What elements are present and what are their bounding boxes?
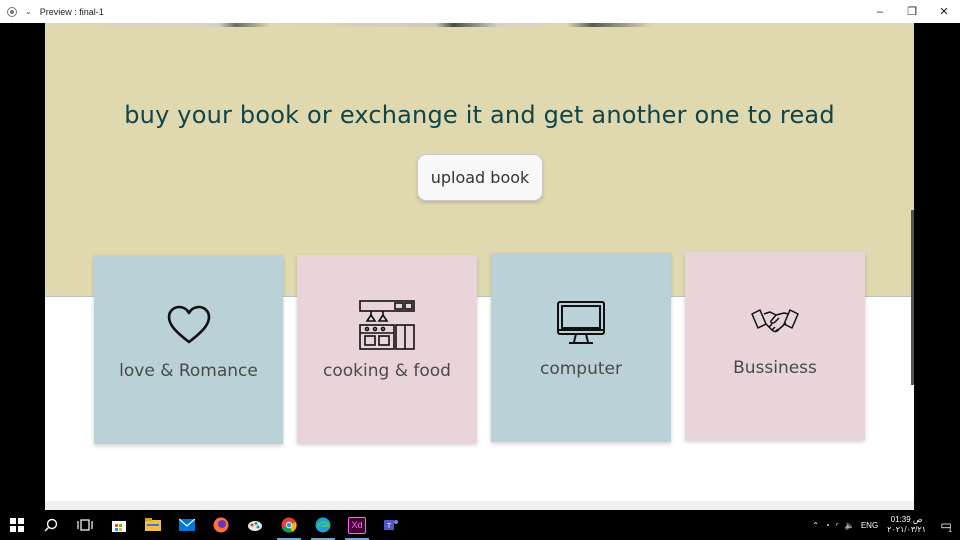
- category-card-love-romance[interactable]: love & Romance: [94, 255, 283, 444]
- window-controls: – ❐ ✕: [864, 0, 960, 23]
- windows-start-icon[interactable]: [0, 510, 34, 540]
- window-title: Preview : final-1: [39, 6, 104, 17]
- chrome-icon[interactable]: [272, 510, 306, 540]
- clock-time: 01:39 ص: [890, 515, 923, 524]
- category-card-business[interactable]: Bussiness: [685, 252, 865, 440]
- notification-icon[interactable]: ▭ 1: [935, 518, 957, 534]
- file-explorer-icon[interactable]: [136, 510, 170, 540]
- task-view-icon[interactable]: [68, 510, 102, 540]
- network-icon[interactable]: ◔: [825, 521, 830, 530]
- search-icon[interactable]: [34, 510, 68, 540]
- heart-icon: [159, 300, 219, 350]
- language-indicator[interactable]: ENG: [861, 521, 878, 530]
- firefox-icon[interactable]: [204, 510, 238, 540]
- upload-book-button[interactable]: upload book: [417, 154, 543, 201]
- svg-text:T: T: [387, 523, 392, 530]
- handshake-icon: [745, 297, 805, 347]
- chevron-up-icon[interactable]: ⌃: [812, 521, 819, 530]
- adobe-xd-icon[interactable]: Xd: [340, 510, 374, 540]
- windows-taskbar: Xd T ⌃ ◔ ◜ 🔈 ENG 01:39 ص ٢٠٢١/٠٣/٢١ ▭ 1: [0, 510, 960, 540]
- teams-icon[interactable]: T: [374, 510, 408, 540]
- page-footer-strip: [45, 501, 914, 510]
- clock-date: ٢٠٢١/٠٣/٢١: [887, 525, 926, 534]
- category-label: Bussiness: [733, 358, 817, 378]
- category-card-computer[interactable]: computer: [491, 253, 671, 442]
- close-button[interactable]: ✕: [928, 0, 960, 23]
- window-titlebar: ⌄ Preview : final-1 – ❐ ✕: [0, 0, 960, 23]
- monitor-icon: [551, 298, 611, 348]
- store-icon[interactable]: [102, 510, 136, 540]
- wifi-icon[interactable]: ◜: [836, 521, 839, 530]
- clock[interactable]: 01:39 ص ٢٠٢١/٠٣/٢١: [887, 515, 926, 535]
- page-viewport: buy your book or exchange it and get ano…: [45, 23, 914, 510]
- volume-icon[interactable]: 🔈: [845, 521, 855, 530]
- category-card-cooking-food[interactable]: cooking & food: [297, 255, 477, 443]
- category-label: cooking & food: [323, 361, 451, 381]
- hero-title: buy your book or exchange it and get ano…: [124, 101, 835, 129]
- chevron-down-icon[interactable]: ⌄: [25, 7, 32, 16]
- app-icon: [7, 6, 17, 17]
- mail-icon[interactable]: [170, 510, 204, 540]
- hero-image-edge: [45, 23, 914, 27]
- xd-label: Xd: [348, 516, 366, 534]
- notification-count: 1: [948, 527, 952, 534]
- minimize-button[interactable]: –: [864, 0, 896, 23]
- paint-icon[interactable]: [238, 510, 272, 540]
- restore-button[interactable]: ❐: [896, 0, 928, 23]
- edge-icon[interactable]: [306, 510, 340, 540]
- kitchen-icon: [357, 300, 417, 350]
- system-tray: ⌃ ◔ ◜ 🔈 ENG 01:39 ص ٢٠٢١/٠٣/٢١ ▭ 1: [809, 510, 960, 540]
- scrollbar-thumb[interactable]: [911, 210, 914, 385]
- category-label: love & Romance: [119, 361, 258, 381]
- category-label: computer: [540, 359, 622, 379]
